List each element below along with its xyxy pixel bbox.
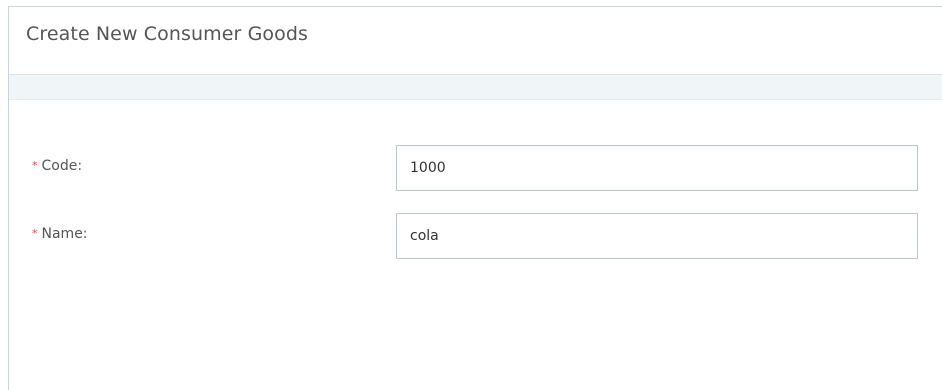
name-label: * Name: — [32, 226, 88, 242]
name-input[interactable] — [396, 213, 918, 259]
create-consumer-goods-panel: Create New Consumer Goods *Code: *Name: — [8, 6, 942, 390]
panel-divider-strip — [9, 75, 942, 100]
required-marker: * — [32, 227, 38, 240]
name-label-text: Name: — [41, 226, 88, 242]
code-label-text: Code: — [41, 158, 83, 174]
code-input[interactable] — [396, 145, 918, 191]
required-marker: * — [32, 159, 38, 172]
page-title: Create New Consumer Goods — [26, 23, 309, 45]
form-row-code: * Code: — [9, 144, 942, 192]
form-row-name: * Name: — [9, 212, 942, 260]
code-label: * Code: — [32, 158, 82, 174]
panel-header: Create New Consumer Goods — [9, 7, 942, 75]
